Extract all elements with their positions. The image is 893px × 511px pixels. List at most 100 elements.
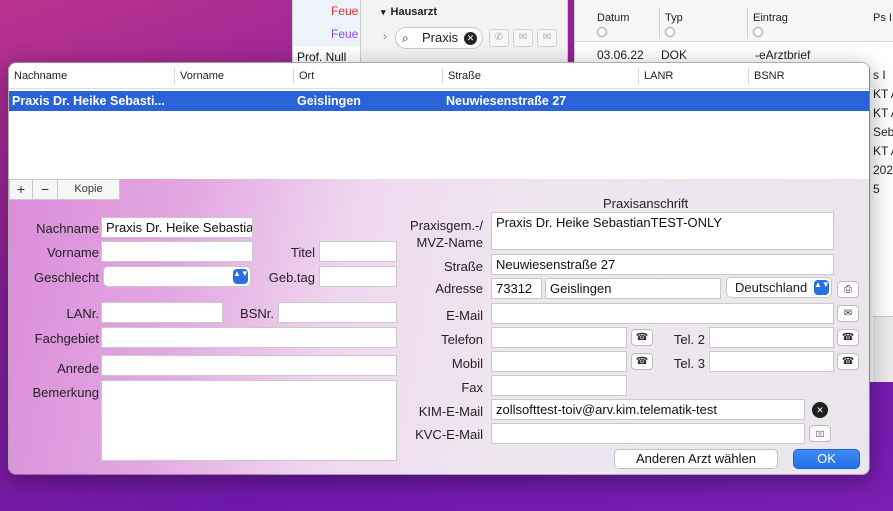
kvc-email-field[interactable] xyxy=(491,423,805,444)
cell-ort: Geislingen xyxy=(297,94,361,108)
mail-icon[interactable]: ✉ xyxy=(537,29,557,47)
select-arrows-icon: ▲▼ xyxy=(814,280,830,295)
add-button[interactable]: + xyxy=(10,180,33,199)
filter-radio[interactable] xyxy=(597,27,607,37)
label-praxis-name-1: Praxisgem.-/ xyxy=(410,218,483,233)
select-arrows-icon: ▲▼ xyxy=(233,269,249,284)
phone-icon[interactable]: ☎ xyxy=(631,353,653,370)
partial-cell: 5 xyxy=(873,182,880,196)
gebtag-field[interactable] xyxy=(319,266,397,287)
label-mobil: Mobil xyxy=(451,356,483,371)
column-header-vorname[interactable]: Vorname xyxy=(175,63,224,89)
column-divider xyxy=(659,8,660,38)
cell-nachname: Praxis Dr. Heike Sebasti... xyxy=(12,94,165,108)
hausarzt-title: Hausarzt xyxy=(390,6,437,18)
tel3-field[interactable] xyxy=(709,351,834,372)
chevron-right-icon: › xyxy=(383,29,387,43)
record-entry: -eArztbrief xyxy=(755,48,811,62)
column-header-eintrag[interactable]: Eintrag xyxy=(753,12,788,37)
mobil-field[interactable] xyxy=(491,351,627,372)
fachgebiet-field[interactable] xyxy=(101,327,397,348)
vorname-field[interactable] xyxy=(101,241,253,262)
kim-email-field[interactable]: zollsofttest-toiv@arv.kim.telematik-test xyxy=(491,399,805,420)
cell-lanr xyxy=(639,91,745,111)
arzt-auswahl-dialog: Nachname Vorname Ort Straße LANR BSNR Pr… xyxy=(8,62,870,475)
lanr-field[interactable] xyxy=(101,302,223,323)
label-vorname: Vorname xyxy=(46,245,99,260)
other-doctor-button[interactable]: Anderen Arzt wählen xyxy=(614,449,778,469)
fax-field[interactable] xyxy=(491,375,627,396)
anrede-field[interactable] xyxy=(101,355,397,376)
titel-field[interactable] xyxy=(319,241,397,262)
background-patient-list: Feue Feue Prof. Null xyxy=(292,0,362,70)
land-value: Deutschland xyxy=(735,280,808,295)
bsnr-field[interactable] xyxy=(278,302,397,323)
table-row[interactable]: Praxis Dr. Heike Sebasti... Geislingen N… xyxy=(9,91,869,111)
praxis-name-field[interactable]: Praxis Dr. Heike SebastianTEST-ONLY xyxy=(491,212,834,250)
remove-button[interactable]: − xyxy=(33,180,58,199)
records-table-header: Datum Typ Eintrag Ps I xyxy=(575,0,893,42)
column-header-strasse[interactable]: Straße xyxy=(443,63,481,89)
chevron-down-icon: ▾ xyxy=(381,7,386,17)
praxis-token-label: Praxis xyxy=(422,30,459,45)
address-book-icon[interactable]: ▯▯ xyxy=(809,425,831,442)
ort-field[interactable]: Geislingen xyxy=(545,278,721,299)
list-item[interactable]: Feue xyxy=(293,23,362,46)
label-telefon: Telefon xyxy=(441,332,483,347)
label-adresse: Adresse xyxy=(435,281,483,296)
column-header-nachname[interactable]: Nachname xyxy=(9,63,67,89)
column-header-typ[interactable]: Typ xyxy=(665,12,683,37)
ok-button[interactable]: OK xyxy=(793,449,860,469)
column-header-lanr[interactable]: LANR xyxy=(639,63,673,89)
label-bemerkung: Bemerkung xyxy=(32,385,99,400)
phone-icon[interactable]: ✆ xyxy=(489,29,509,47)
tel2-field[interactable] xyxy=(709,327,834,348)
partial-cell: KT A xyxy=(873,106,893,120)
label-tel2: Tel. 2 xyxy=(673,332,705,347)
label-fachgebiet: Fachgebiet xyxy=(34,331,99,346)
label-gebtag: Geb.tag xyxy=(268,270,315,285)
hausarzt-section-header[interactable]: ▾ Hausarzt xyxy=(381,6,437,18)
praxis-token[interactable]: ⌕ Praxis ✕ xyxy=(395,27,483,49)
partial-cell: KT A xyxy=(873,144,893,158)
search-icon: ⌕ xyxy=(402,31,409,45)
label-fax: Fax xyxy=(461,380,483,395)
mail-icon[interactable]: ✉ xyxy=(513,29,533,47)
plz-field[interactable]: 73312 xyxy=(491,278,542,299)
nachname-field[interactable]: Praxis Dr. Heike Sebastian xyxy=(101,217,253,238)
land-select[interactable]: Deutschland ▲▼ xyxy=(726,277,832,298)
close-icon[interactable]: ✕ xyxy=(810,400,830,420)
label-strasse: Straße xyxy=(443,259,483,274)
email-field[interactable] xyxy=(491,303,834,324)
bemerkung-textarea[interactable] xyxy=(101,380,397,461)
column-header-ort[interactable]: Ort xyxy=(294,63,314,89)
telefon-field[interactable] xyxy=(491,327,627,348)
scrollbar[interactable] xyxy=(873,316,893,382)
label-titel: Titel xyxy=(290,245,315,260)
column-header-datum[interactable]: Datum xyxy=(597,12,629,37)
arzt-table-header: Nachname Vorname Ort Straße LANR BSNR xyxy=(9,63,869,89)
record-type: DOK xyxy=(661,48,688,62)
mail-icon[interactable]: ✉ xyxy=(837,305,859,322)
geschlecht-select[interactable]: ▲▼ xyxy=(103,266,251,287)
partial-cell: 2022 xyxy=(873,163,893,177)
label-anrede: Anrede xyxy=(57,361,99,376)
label-kim-email: KIM-E-Mail xyxy=(418,404,483,419)
arzt-table: Nachname Vorname Ort Straße LANR BSNR Pr… xyxy=(9,63,869,179)
phone-icon[interactable]: ☎ xyxy=(837,329,859,346)
filter-radio[interactable] xyxy=(753,27,763,37)
filter-radio[interactable] xyxy=(665,27,675,37)
close-icon[interactable]: ✕ xyxy=(464,32,477,45)
label-geschlecht: Geschlecht xyxy=(33,270,99,285)
print-icon[interactable]: ⎙ xyxy=(837,281,859,298)
label-kvc-email: KVC-E-Mail xyxy=(415,427,483,442)
label-bsnr: BSNr. xyxy=(240,306,274,321)
label-praxis-name-2: MVZ-Name xyxy=(416,235,483,250)
list-item[interactable]: Feue xyxy=(293,0,362,23)
strasse-field[interactable]: Neuwiesenstraße 27 xyxy=(491,254,834,275)
copy-button[interactable]: Kopie xyxy=(58,180,119,199)
phone-icon[interactable]: ☎ xyxy=(837,353,859,370)
column-header-bsnr[interactable]: BSNR xyxy=(749,63,785,89)
hausarzt-panel: ▾ Hausarzt › ⌕ Praxis ✕ ✆ ✉ ✉ xyxy=(360,0,568,66)
phone-icon[interactable]: ☎ xyxy=(631,329,653,346)
